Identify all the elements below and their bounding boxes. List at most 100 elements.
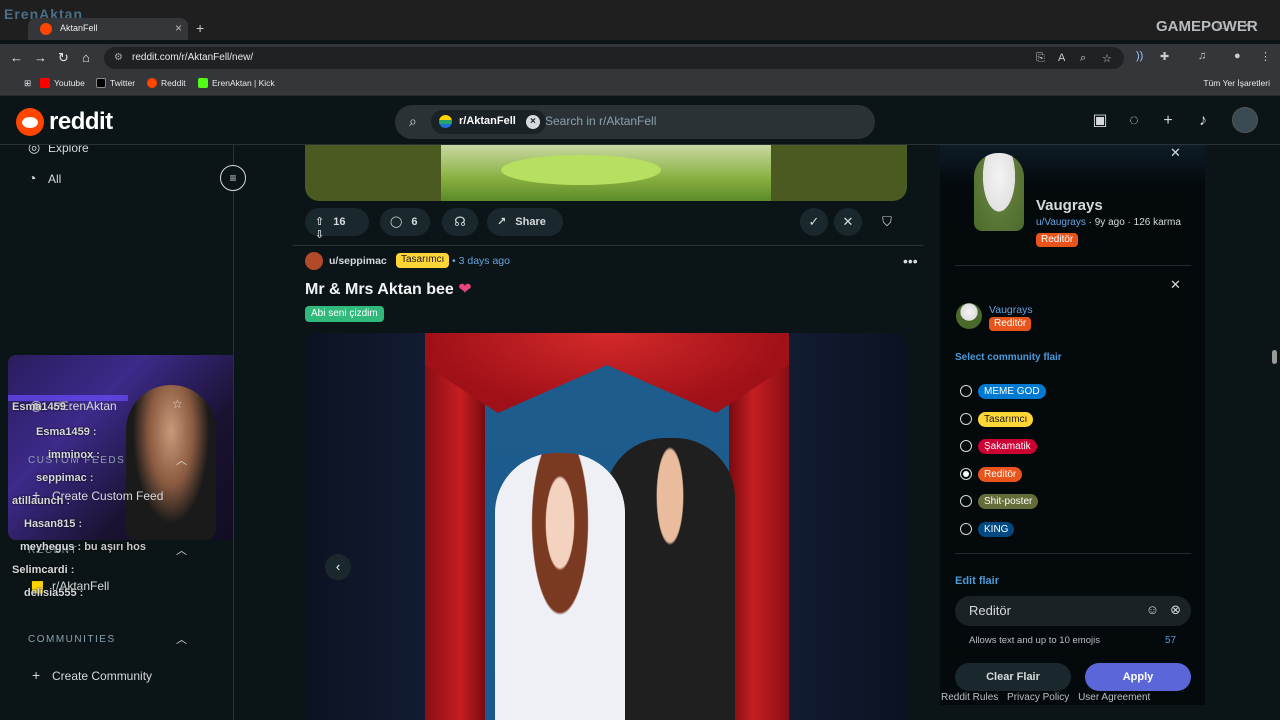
footer-link[interactable]: Privacy Policy	[1007, 692, 1069, 703]
home-icon[interactable]: ⌂	[82, 50, 90, 65]
scrollbar-thumb[interactable]	[1272, 350, 1277, 364]
window-controls[interactable]: –□×	[1193, 18, 1268, 32]
search-community-chip[interactable]: r/AktanFell ×	[431, 110, 546, 134]
flair-radio[interactable]	[960, 385, 972, 397]
approve-button[interactable]: ✓	[800, 208, 828, 236]
author-avatar[interactable]	[305, 252, 323, 270]
previous-post-actions: ⇧ 16 ⇩ ◯ 6 ☊ ↗ Share ✓ ✕ ⛉	[305, 208, 907, 241]
edit-flair-input[interactable]: Reditör ☺ ⊗	[955, 596, 1191, 626]
flair-radio[interactable]	[960, 412, 972, 425]
remove-chip-icon[interactable]: ×	[525, 115, 540, 129]
footer-link[interactable]: Reddit Rules	[941, 692, 998, 703]
bookmark-youtube[interactable]: Youtube	[40, 78, 85, 88]
notifications-icon[interactable]: ♪	[1192, 110, 1214, 132]
advertise-icon[interactable]: ▣	[1089, 110, 1111, 132]
clear-input-icon[interactable]: ⊗	[1170, 602, 1181, 618]
collapse-communities-icon[interactable]: ︿	[176, 631, 187, 647]
streamer-figure	[126, 385, 216, 540]
flair-preview-avatar	[956, 303, 982, 329]
close-icon[interactable]: ✕	[1170, 145, 1181, 161]
clear-flair-button[interactable]: Clear Flair	[955, 663, 1071, 691]
site-info-icon[interactable]: ⚙	[114, 52, 123, 63]
url-text: reddit.com/r/AktanFell/new/	[132, 52, 254, 63]
favorite-star-icon[interactable]: ☆	[172, 397, 183, 411]
close-flair-editor-icon[interactable]: ✕	[1170, 277, 1181, 293]
carousel-prev-button[interactable]: ‹	[325, 554, 351, 580]
reddit-logo-icon[interactable]	[16, 108, 44, 136]
search-input[interactable]	[545, 114, 845, 128]
new-tab-icon[interactable]: +	[196, 20, 204, 36]
collapse-recent-icon[interactable]: ︿	[176, 542, 187, 558]
bookmark-reddit[interactable]: Reddit	[147, 78, 186, 88]
chat-line: meyhegus : bu aşırı hos	[20, 541, 146, 553]
user-snoo-avatar	[974, 153, 1024, 231]
flair-radio[interactable]	[960, 522, 972, 535]
bookmarks-bar: ⊞ Youtube Twitter Reddit ErenAktan | Kic…	[0, 72, 1280, 96]
reload-icon[interactable]: ↻	[58, 50, 69, 66]
footer-link[interactable]: User Agreement	[1078, 692, 1150, 703]
apply-button[interactable]: Apply	[1085, 663, 1191, 691]
media-icon[interactable]: ♫	[1198, 50, 1206, 62]
chat-line: Selimcardi :	[12, 564, 75, 576]
apps-icon[interactable]: ⊞	[10, 78, 31, 89]
user-card-name[interactable]: Vaugrays	[1036, 197, 1103, 214]
award-button[interactable]: ☊	[442, 208, 478, 236]
divider	[955, 553, 1191, 554]
close-tab-icon[interactable]: ×	[175, 21, 182, 35]
extensions-icon[interactable]: ✚	[1160, 50, 1169, 63]
post-feed: ⇧ 16 ⇩ ◯ 6 ☊ ↗ Share ✓ ✕ ⛉ u/seppimac Ta…	[293, 145, 923, 720]
create-post-icon[interactable]: +	[1157, 110, 1179, 132]
nav-all[interactable]: ◔ All	[28, 170, 61, 186]
mod-shield-button[interactable]: ⛉	[873, 208, 901, 236]
browser-tab[interactable]: AktanFell ×	[28, 18, 188, 40]
create-community[interactable]: + Create Community	[32, 667, 152, 683]
post-flair[interactable]: Abi seni çizdim	[305, 306, 384, 322]
comments-button[interactable]: ◯ 6	[380, 208, 430, 236]
tab-title: AktanFell	[60, 23, 98, 33]
reddit-wordmark[interactable]: reddit	[49, 108, 113, 136]
left-sidebar: ◎ Explore ◔ All ◉ r/ErenAktan ☆ CUSTOM FEE…	[0, 145, 234, 720]
translate-icon[interactable]: A	[1058, 52, 1065, 64]
collapse-sidebar-icon[interactable]: ≡	[220, 165, 246, 191]
bookmark-star-icon[interactable]: ☆	[1102, 52, 1112, 65]
share-button[interactable]: ↗ Share	[487, 208, 563, 236]
browser-menu-icon[interactable]: ⋮	[1260, 50, 1271, 63]
browser-toolbar: ← → ↻ ⌂ ⚙ reddit.com/r/AktanFell/new/ ⎘ …	[0, 44, 1280, 72]
emoji-picker-icon[interactable]: ☺	[1146, 602, 1159, 617]
communities-heading[interactable]: COMMUNITIES	[28, 634, 116, 645]
install-icon[interactable]: ⎘	[1036, 52, 1045, 65]
back-icon[interactable]: ←	[10, 50, 23, 65]
close-icon: ✕	[842, 214, 854, 229]
footer-links: Reddit Rules Privacy Policy User Agreeme…	[941, 692, 1156, 703]
scrollbar[interactable]	[1270, 145, 1278, 705]
reddit-favicon-icon	[40, 23, 52, 35]
flair-radio[interactable]	[960, 467, 972, 480]
post-image[interactable]: ‹	[305, 333, 907, 720]
edit-flair-heading: Edit flair	[955, 575, 1000, 587]
remove-button[interactable]: ✕	[834, 208, 862, 236]
bookmark-kick[interactable]: ErenAktan | Kick	[198, 78, 275, 88]
collapse-custom-feeds-icon[interactable]: ︿	[176, 452, 187, 468]
post-author[interactable]: u/seppimac	[329, 255, 387, 267]
post-title[interactable]: Mr & Mrs Aktan bee ❤	[305, 279, 472, 299]
downvote-icon[interactable]: ⇩	[315, 229, 324, 241]
explore-icon: ◎	[28, 145, 41, 155]
previous-post-image[interactable]	[305, 145, 907, 201]
flair-radio[interactable]	[960, 440, 972, 452]
all-icon: ◔	[28, 170, 37, 186]
user-avatar[interactable]	[1232, 107, 1258, 133]
flair-tag: Şakamatik	[978, 439, 1037, 454]
upvote-icon[interactable]: ⇧	[315, 216, 324, 228]
forward-icon[interactable]: →	[34, 50, 47, 65]
nav-explore[interactable]: ◎ Explore	[28, 145, 89, 156]
profile-icon[interactable]: ●	[1234, 50, 1241, 62]
all-bookmarks[interactable]: Tüm Yer İşaretleri	[1203, 78, 1270, 88]
more-options-icon[interactable]: •••	[903, 253, 918, 269]
search-bar[interactable]: ⌕ r/AktanFell ×	[395, 105, 875, 139]
zoom-icon[interactable]: ⌕	[1080, 52, 1086, 65]
bookmark-twitter[interactable]: Twitter	[96, 78, 135, 88]
chat-icon[interactable]: ◌	[1123, 110, 1145, 132]
flair-radio[interactable]	[960, 495, 972, 507]
extension-audio-icon[interactable]: ))	[1136, 50, 1143, 62]
address-bar[interactable]: ⚙ reddit.com/r/AktanFell/new/ ⎘ A ⌕ ☆	[104, 47, 1124, 69]
